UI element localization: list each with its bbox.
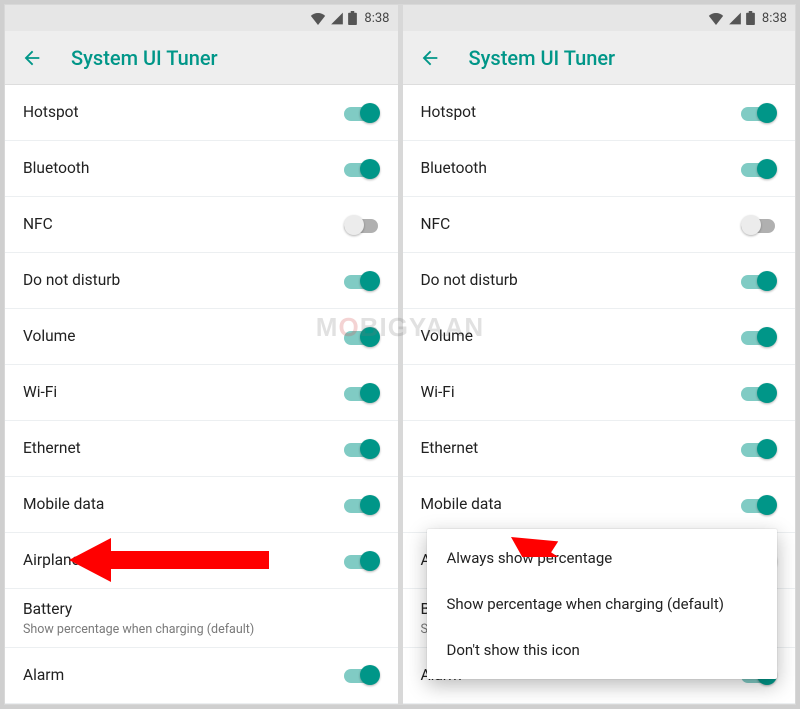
row-label: Wi-Fi bbox=[23, 382, 57, 403]
toggle-wifi[interactable] bbox=[741, 383, 777, 403]
toggle-ethernet[interactable] bbox=[741, 439, 777, 459]
row-volume[interactable]: Volume bbox=[5, 309, 398, 365]
row-label: Volume bbox=[421, 326, 474, 347]
row-label: Battery bbox=[23, 599, 254, 620]
row-wifi[interactable]: Wi-Fi bbox=[5, 365, 398, 421]
row-label: Volume bbox=[23, 326, 76, 347]
row-ethernet[interactable]: Ethernet bbox=[5, 421, 398, 477]
row-label: Do not disturb bbox=[421, 270, 518, 291]
settings-list: Hotspot Bluetooth NFC Do not disturb Vol… bbox=[5, 85, 398, 704]
row-alarm[interactable]: Alarm bbox=[5, 648, 398, 704]
wifi-icon bbox=[310, 12, 326, 25]
row-label: Mobile data bbox=[23, 494, 104, 515]
back-icon[interactable] bbox=[21, 47, 43, 69]
row-bluetooth[interactable]: Bluetooth bbox=[5, 141, 398, 197]
row-label: Hotspot bbox=[421, 102, 477, 123]
row-label: NFC bbox=[23, 214, 53, 235]
row-label: Bluetooth bbox=[23, 158, 89, 179]
row-label: NFC bbox=[421, 214, 451, 235]
row-label: Wi-Fi bbox=[421, 382, 455, 403]
signal-icon bbox=[728, 12, 742, 25]
phone-left: 8:38 System UI Tuner Hotspot Bluetooth N… bbox=[5, 5, 398, 704]
popup-option-hide[interactable]: Don't show this icon bbox=[427, 627, 778, 673]
row-subtitle: Show percentage when charging (default) bbox=[23, 622, 254, 637]
popup-option-charging[interactable]: Show percentage when charging (default) bbox=[427, 581, 778, 627]
status-bar: 8:38 bbox=[5, 5, 398, 31]
battery-options-popup: Always show percentage Show percentage w… bbox=[427, 529, 778, 679]
appbar-title: System UI Tuner bbox=[469, 46, 616, 70]
battery-icon bbox=[348, 11, 357, 25]
row-label: Mobile data bbox=[421, 494, 502, 515]
toggle-volume[interactable] bbox=[741, 327, 777, 347]
row-label: Alarm bbox=[23, 665, 64, 686]
row-dnd[interactable]: Do not disturb bbox=[403, 253, 796, 309]
row-label: Bluetooth bbox=[421, 158, 487, 179]
app-bar: System UI Tuner bbox=[5, 31, 398, 85]
toggle-hotspot[interactable] bbox=[344, 103, 380, 123]
row-hotspot[interactable]: Hotspot bbox=[5, 85, 398, 141]
toggle-dnd[interactable] bbox=[344, 271, 380, 291]
status-time: 8:38 bbox=[762, 11, 787, 26]
row-battery[interactable]: Battery Show percentage when charging (d… bbox=[5, 589, 398, 648]
row-bluetooth[interactable]: Bluetooth bbox=[403, 141, 796, 197]
toggle-hotspot[interactable] bbox=[741, 103, 777, 123]
row-label: Airplane mode bbox=[23, 550, 123, 571]
toggle-alarm[interactable] bbox=[344, 665, 380, 685]
toggle-mobile[interactable] bbox=[741, 495, 777, 515]
toggle-dnd[interactable] bbox=[741, 271, 777, 291]
row-dnd[interactable]: Do not disturb bbox=[5, 253, 398, 309]
popup-option-always[interactable]: Always show percentage bbox=[427, 535, 778, 581]
toggle-ethernet[interactable] bbox=[344, 439, 380, 459]
row-nfc[interactable]: NFC bbox=[403, 197, 796, 253]
back-icon[interactable] bbox=[419, 47, 441, 69]
toggle-nfc[interactable] bbox=[344, 215, 380, 235]
app-bar: System UI Tuner bbox=[403, 31, 796, 85]
wifi-icon bbox=[708, 12, 724, 25]
phone-right: 8:38 System UI Tuner Hotspot Bluetooth N… bbox=[403, 5, 796, 704]
row-mobile[interactable]: Mobile data bbox=[403, 477, 796, 533]
toggle-airplane[interactable] bbox=[344, 551, 380, 571]
row-label: Ethernet bbox=[421, 438, 479, 459]
toggle-wifi[interactable] bbox=[344, 383, 380, 403]
toggle-bluetooth[interactable] bbox=[741, 159, 777, 179]
row-hotspot[interactable]: Hotspot bbox=[403, 85, 796, 141]
row-ethernet[interactable]: Ethernet bbox=[403, 421, 796, 477]
row-nfc[interactable]: NFC bbox=[5, 197, 398, 253]
row-label: Ethernet bbox=[23, 438, 81, 459]
battery-icon bbox=[746, 11, 755, 25]
toggle-bluetooth[interactable] bbox=[344, 159, 380, 179]
status-bar: 8:38 bbox=[403, 5, 796, 31]
row-volume[interactable]: Volume bbox=[403, 309, 796, 365]
row-label: Hotspot bbox=[23, 102, 79, 123]
row-wifi[interactable]: Wi-Fi bbox=[403, 365, 796, 421]
row-label: Do not disturb bbox=[23, 270, 120, 291]
status-time: 8:38 bbox=[364, 11, 389, 26]
signal-icon bbox=[330, 12, 344, 25]
toggle-mobile[interactable] bbox=[344, 495, 380, 515]
toggle-nfc[interactable] bbox=[741, 215, 777, 235]
row-mobile[interactable]: Mobile data bbox=[5, 477, 398, 533]
appbar-title: System UI Tuner bbox=[71, 46, 218, 70]
row-airplane[interactable]: Airplane mode bbox=[5, 533, 398, 589]
toggle-volume[interactable] bbox=[344, 327, 380, 347]
